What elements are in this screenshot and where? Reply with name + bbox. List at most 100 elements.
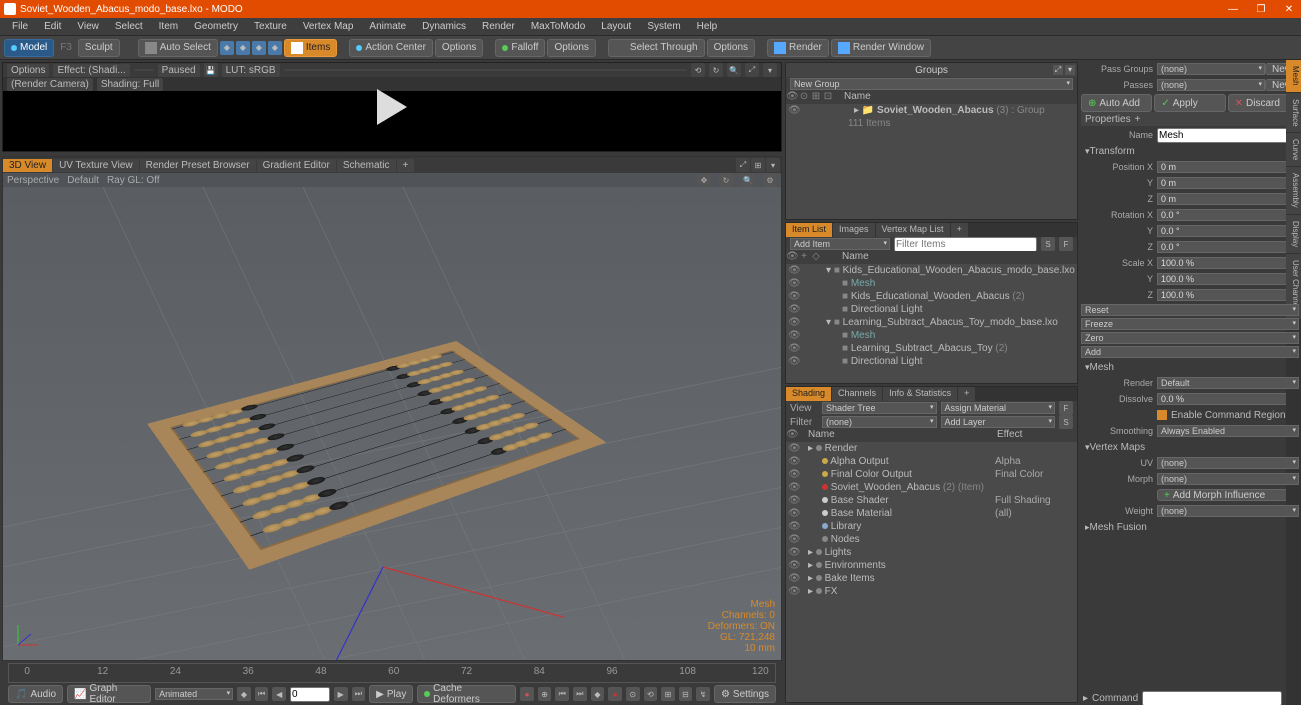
uv-dropdown[interactable]: (none) <box>1157 457 1299 469</box>
add-morph-button[interactable]: +Add Morph Influence <box>1157 489 1299 501</box>
filter-s[interactable]: S <box>1041 237 1055 251</box>
name-field[interactable] <box>1157 128 1299 143</box>
rot-x-field[interactable]: 0.0 ° <box>1157 209 1299 221</box>
side-tab-2[interactable]: Curve <box>1286 133 1301 166</box>
vp-tab-4[interactable]: Schematic <box>337 159 396 172</box>
shading-tab-0[interactable]: Shading <box>786 387 831 401</box>
new-group-dropdown[interactable]: New Group <box>790 78 1073 90</box>
apply-button[interactable]: ✓Apply <box>1154 94 1225 112</box>
pos-y-field[interactable]: 0 m <box>1157 177 1299 189</box>
preview-effect[interactable]: Effect: (Shadi... <box>53 64 129 77</box>
dissolve-field[interactable]: 0.0 % <box>1157 393 1299 405</box>
preview-btn-3[interactable]: 🔍 <box>727 63 741 77</box>
frame-field[interactable] <box>290 687 330 702</box>
vp-ctrl[interactable]: ⊞ <box>751 158 765 172</box>
preview-options[interactable]: Options <box>7 64 49 77</box>
menu-layout[interactable]: Layout <box>593 21 639 32</box>
menu-select[interactable]: Select <box>107 21 151 32</box>
vp-tab-3[interactable]: Gradient Editor <box>257 159 336 172</box>
options-3-button[interactable]: Options <box>707 39 755 57</box>
menu-file[interactable]: File <box>4 21 36 32</box>
item-row[interactable]: 👁▾ ■ Learning_Subtract_Abacus_Toy_modo_b… <box>786 316 1077 329</box>
preview-shading[interactable]: Shading: Full <box>97 78 163 91</box>
play-button[interactable]: ▶Play <box>369 685 413 703</box>
vp-tool-3[interactable]: 🔍 <box>741 173 755 187</box>
shader-row[interactable]: 👁 Base Material(all) <box>786 507 1077 520</box>
shader-tree-dropdown[interactable]: Shader Tree <box>822 402 937 414</box>
shader-row[interactable]: 👁 Alpha OutputAlpha <box>786 455 1077 468</box>
shader-row[interactable]: 👁 Base ShaderFull Shading <box>786 494 1077 507</box>
vp-default[interactable]: Default <box>67 175 99 186</box>
menu-edit[interactable]: Edit <box>36 21 69 32</box>
graph-editor-button[interactable]: 📈Graph Editor <box>67 685 151 703</box>
vp-tab-0[interactable]: 3D View <box>3 159 52 172</box>
menu-vertex-map[interactable]: Vertex Map <box>295 21 362 32</box>
step-fwd-icon[interactable]: ▶ <box>334 687 348 701</box>
render-window-button[interactable]: Render Window <box>831 39 931 57</box>
sel-mode-4[interactable]: ◆ <box>268 41 282 55</box>
itemlist-tab-0[interactable]: Item List <box>786 223 832 237</box>
menu-maxtomodo[interactable]: MaxToModo <box>523 21 593 32</box>
filter-items-field[interactable] <box>894 237 1037 252</box>
auto-select-button[interactable]: Auto Select <box>138 39 218 57</box>
autoadd-button[interactable]: ⊕Auto Add <box>1081 94 1152 112</box>
falloff-button[interactable]: Falloff <box>495 39 545 57</box>
freeze-dropdown[interactable]: Freeze <box>1081 318 1299 330</box>
zero-dropdown[interactable]: Zero <box>1081 332 1299 344</box>
weight-dropdown[interactable]: (none) <box>1157 505 1299 517</box>
side-tab-3[interactable]: Assembly <box>1286 167 1301 214</box>
timeline[interactable]: 01224364860728496108120 <box>8 663 776 683</box>
render-dropdown[interactable]: Default <box>1157 377 1299 389</box>
settings-button[interactable]: ⚙Settings <box>714 685 776 703</box>
menu-item[interactable]: Item <box>151 21 186 32</box>
itemlist-tab-3[interactable]: + <box>951 223 968 237</box>
smoothing-dropdown[interactable]: Always Enabled <box>1157 425 1299 437</box>
morph-dropdown[interactable]: (none) <box>1157 473 1299 485</box>
item-row[interactable]: 👁■ Kids_Educational_Wooden_Abacus (2) <box>786 290 1077 303</box>
t7[interactable]: ⟲ <box>644 687 658 701</box>
menu-texture[interactable]: Texture <box>246 21 295 32</box>
minimize-button[interactable]: — <box>1225 4 1241 15</box>
menu-geometry[interactable]: Geometry <box>186 21 246 32</box>
item-row[interactable]: 👁■ Directional Light <box>786 303 1077 316</box>
shader-row[interactable]: 👁▸ Bake Items <box>786 572 1077 585</box>
vp-tool-2[interactable]: ↻ <box>719 173 733 187</box>
command-input[interactable] <box>1142 691 1282 705</box>
play-icon[interactable] <box>377 89 407 125</box>
t3[interactable]: ⏮ <box>555 687 569 701</box>
preview-lut[interactable]: LUT: sRGB <box>222 64 280 77</box>
t8[interactable]: ⊞ <box>661 687 675 701</box>
pos-x-field[interactable]: 0 m <box>1157 161 1299 173</box>
t5[interactable]: ◆ <box>591 687 605 701</box>
item-row[interactable]: 👁■ Directional Light <box>786 355 1077 368</box>
t1[interactable]: ● <box>520 687 534 701</box>
group-row[interactable]: 👁▸ 📁 Soviet_Wooden_Abacus (3) : Group <box>786 104 1077 117</box>
options-1-button[interactable]: Options <box>435 39 483 57</box>
menu-view[interactable]: View <box>69 21 107 32</box>
shader-row[interactable]: 👁▸ FX <box>786 585 1077 598</box>
model-mode-button[interactable]: Model <box>4 39 54 57</box>
add-layer-dropdown[interactable]: Add Layer <box>941 416 1056 428</box>
t6[interactable]: ⊙ <box>626 687 640 701</box>
rot-z-field[interactable]: 0.0 ° <box>1157 241 1299 253</box>
reset-dropdown[interactable]: Reset <box>1081 304 1299 316</box>
vp-tab-2[interactable]: Render Preset Browser <box>140 159 256 172</box>
rot-y-field[interactable]: 0.0 ° <box>1157 225 1299 237</box>
preview-paused[interactable]: Paused <box>158 64 200 77</box>
shading-tab-3[interactable]: + <box>958 387 975 401</box>
options-2-button[interactable]: Options <box>547 39 595 57</box>
menu-render[interactable]: Render <box>474 21 523 32</box>
enable-cmd-checkbox[interactable] <box>1157 410 1167 420</box>
vp-raygl[interactable]: Ray GL: Off <box>107 175 160 186</box>
sel-mode-1[interactable]: ◆ <box>220 41 234 55</box>
shading-tab-1[interactable]: Channels <box>832 387 882 401</box>
shading-tab-2[interactable]: Info & Statistics <box>883 387 957 401</box>
t4[interactable]: ⏭ <box>573 687 587 701</box>
preview-btn-4[interactable]: ⤢ <box>745 63 759 77</box>
assign-material-dropdown[interactable]: Assign Material <box>941 402 1056 414</box>
pos-z-field[interactable]: 0 m <box>1157 193 1299 205</box>
sculpt-mode-button[interactable]: Sculpt <box>78 39 120 57</box>
menu-help[interactable]: Help <box>689 21 726 32</box>
pass-groups-dropdown[interactable]: (none) <box>1157 63 1265 75</box>
to-end-icon[interactable]: ⏭ <box>352 687 366 701</box>
